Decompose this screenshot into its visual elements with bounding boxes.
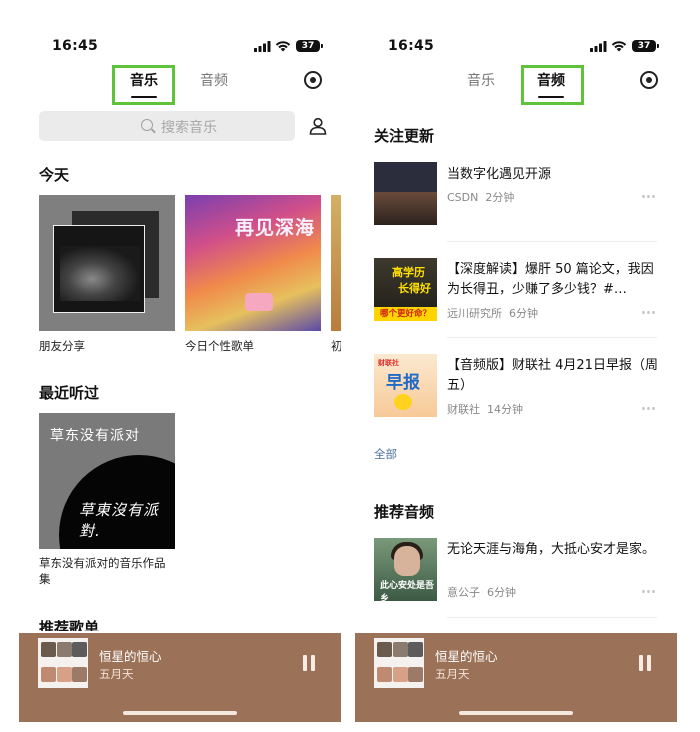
tab-music[interactable]: 音乐 [119, 70, 169, 98]
mascot-icon [394, 394, 412, 410]
mini-program-icon[interactable] [640, 71, 658, 89]
mini-player-song: 恒星的恒心 [435, 649, 498, 664]
episode-title: 【音频版】财联社 4月21日早报（周五） [447, 358, 658, 393]
mini-player-song: 恒星的恒心 [99, 649, 162, 664]
tab-underline [538, 96, 564, 98]
section-title-recommended-audio: 推荐音频 [374, 503, 435, 521]
status-time: 16:45 [52, 38, 99, 54]
section-title-recent: 最近听过 [39, 384, 100, 402]
top-tabs: 音乐 音频 [19, 64, 341, 106]
top-tabs: 音乐 音频 [355, 64, 677, 106]
episode-title: 【深度解读】爆肝 50 篇论文，我因为长得丑，少赚了多少钱？#… [447, 262, 654, 297]
tab-underline [131, 96, 157, 98]
status-bar: 16:45 37 [19, 38, 341, 56]
episode-title: 当数字化遇见开源 [447, 167, 552, 182]
home-indicator [123, 711, 237, 715]
card-label-line2: 集 [39, 572, 51, 586]
tab-audio[interactable]: 音频 [189, 70, 239, 90]
card-label: 初 [331, 339, 341, 353]
home-indicator [459, 711, 573, 715]
list-item[interactable]: 此心安处是吾乡 无论天涯与海角，大抵心安才是家。 意公子 6分钟 [374, 538, 656, 608]
search-input[interactable]: 搜索音乐 [39, 111, 295, 141]
cover-daily-playlist: 再见深海 [185, 195, 321, 331]
music-screen: 16:45 37 音乐 音频 搜索音乐 今天 朋友分享 再见深海 今日个性歌单 … [19, 0, 341, 722]
wifi-icon [611, 41, 627, 52]
divider [447, 617, 657, 618]
status-bar: 16:45 37 [355, 38, 677, 56]
card-label: 今日个性歌单 [185, 339, 254, 353]
tab-music[interactable]: 音乐 [456, 70, 506, 90]
card-label: 朋友分享 [39, 339, 85, 353]
audio-screen: 16:45 37 音乐 音频 关注更新 当数字化遇见开源 CSDN 2分钟 高学… [355, 0, 677, 722]
battery-icon: 37 [632, 40, 659, 52]
cover-text: 再见深海 [235, 217, 316, 239]
mini-player[interactable]: 恒星的恒心 五月天 [19, 633, 341, 722]
more-icon[interactable] [642, 590, 656, 594]
cover-logo [245, 293, 273, 311]
list-item[interactable]: 当数字化遇见开源 CSDN 2分钟 [374, 162, 656, 232]
cellular-signal-icon [590, 41, 607, 52]
battery-icon: 37 [296, 40, 323, 52]
search-icon [141, 119, 153, 131]
divider [447, 337, 657, 338]
episode-thumb: 此心安处是吾乡 [374, 538, 437, 601]
episode-meta: 意公子 6分钟 [447, 586, 516, 599]
episode-title: 无论天涯与海角，大抵心安才是家。 [447, 542, 656, 557]
mini-player-cover [374, 638, 424, 688]
mini-player-artist: 五月天 [435, 667, 470, 681]
card-partial[interactable]: 初 [331, 195, 341, 365]
section-title-today: 今天 [39, 166, 70, 184]
episode-meta: 财联社 14分钟 [447, 403, 523, 416]
view-all-link[interactable]: 全部 [374, 446, 397, 462]
cover-title: 草东没有派对 [50, 428, 140, 444]
cover-script: 草東沒有派對. [79, 501, 160, 540]
more-icon[interactable] [642, 407, 656, 411]
list-item[interactable]: 财联社 早报 【音频版】财联社 4月21日早报（周五） 财联社 14分钟 [374, 354, 658, 424]
mini-player-cover [38, 638, 88, 688]
status-time: 16:45 [388, 38, 435, 54]
more-icon[interactable] [642, 195, 656, 199]
episode-thumb: 财联社 早报 [374, 354, 437, 417]
wifi-icon [275, 41, 291, 52]
divider [447, 241, 657, 242]
more-icon[interactable] [642, 311, 656, 315]
episode-thumb [374, 162, 437, 225]
section-title-follow-updates: 关注更新 [374, 127, 435, 145]
card-label: 草东没有派对的音乐作品 [39, 556, 166, 570]
cover-partial [331, 195, 341, 331]
episode-meta: CSDN 2分钟 [447, 191, 515, 204]
list-item[interactable]: 高学历 长得好 哪个更好命？ 【深度解读】爆肝 50 篇论文，我因为长得丑，少赚… [374, 258, 656, 328]
mini-player[interactable]: 恒星的恒心 五月天 [355, 633, 677, 722]
cellular-signal-icon [254, 41, 271, 52]
mini-player-artist: 五月天 [99, 667, 134, 681]
pause-icon[interactable] [302, 655, 316, 671]
profile-icon[interactable] [309, 117, 327, 135]
episode-thumb: 高学历 长得好 哪个更好命？ [374, 258, 437, 321]
mini-program-icon[interactable] [304, 71, 322, 89]
pause-icon[interactable] [638, 655, 652, 671]
episode-meta: 远川研究所 6分钟 [447, 307, 538, 320]
tab-audio[interactable]: 音频 [526, 70, 576, 98]
search-placeholder: 搜索音乐 [161, 120, 217, 136]
cover-friend-share [39, 195, 175, 331]
cover-grass-album: 草东没有派对 草東沒有派對. [39, 413, 175, 549]
